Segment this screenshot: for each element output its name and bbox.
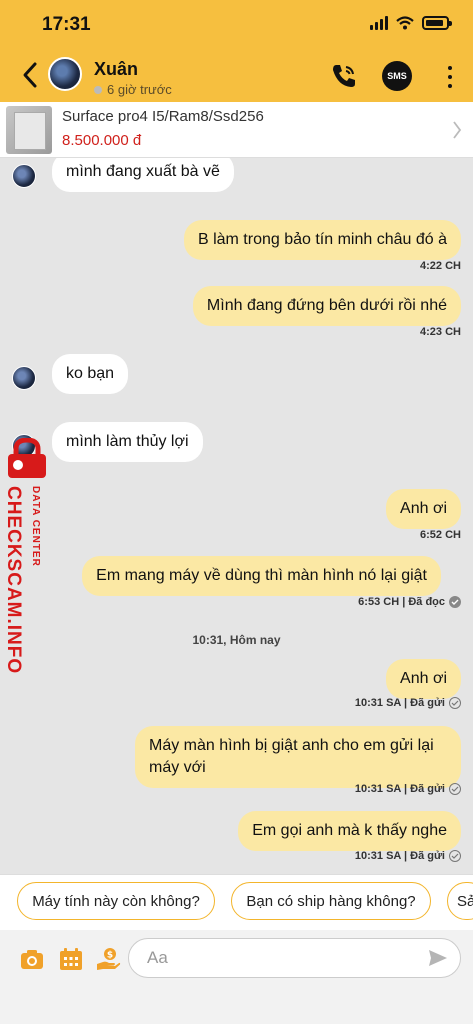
more-options-icon[interactable] — [446, 66, 454, 88]
message-input-placeholder: Aa — [147, 948, 168, 967]
watermark-main: CHECKSCAM.INFO — [3, 486, 24, 675]
contact-avatar[interactable] — [48, 57, 82, 91]
sent-check-icon — [449, 850, 461, 862]
sms-button[interactable]: SMS — [382, 61, 412, 91]
sender-avatar — [12, 366, 36, 390]
message-line: máy với — [149, 759, 206, 776]
day-divider: 10:31, Hôm nay — [192, 633, 281, 647]
sent-check-icon — [449, 697, 461, 709]
payment-hand-icon[interactable]: $ — [95, 946, 121, 972]
message-status: 10:31 SA | Đã gửi — [355, 697, 461, 709]
outgoing-message[interactable]: Máy màn hình bị giật anh cho em gửi lại … — [135, 726, 461, 788]
status-icons — [370, 16, 452, 30]
presence-status: 6 giờ trước — [94, 82, 172, 97]
product-price: 8.500.000 đ — [62, 132, 142, 149]
message-status: 10:31 SA | Đã gửi — [355, 850, 461, 862]
status-time: 17:31 — [42, 14, 91, 35]
outgoing-message[interactable]: Em mang máy về dùng thì màn hình nó lại … — [82, 556, 441, 596]
incoming-message[interactable]: mình làm thủy lợi — [52, 422, 203, 462]
back-arrow-icon[interactable] — [18, 60, 44, 90]
camera-icon[interactable] — [19, 946, 45, 972]
message-input[interactable] — [128, 938, 461, 978]
send-icon[interactable] — [428, 948, 448, 968]
svg-text:$: $ — [107, 951, 113, 961]
outgoing-message[interactable]: Anh ơi — [386, 659, 461, 699]
product-title[interactable]: Surface pro4 I5/Ram8/Ssd256 — [62, 108, 264, 125]
incoming-message[interactable]: mình đang xuất bà vẽ — [52, 158, 234, 192]
offline-dot-icon — [94, 85, 102, 94]
lock-icon — [8, 438, 46, 478]
message-time: 6:52 CH — [420, 529, 461, 541]
outgoing-message[interactable]: Em gọi anh mà k thấy nghe — [238, 811, 461, 851]
last-seen-text: 6 giờ trước — [107, 82, 172, 97]
product-thumbnail — [6, 106, 52, 154]
incoming-message[interactable]: ko bạn — [52, 354, 129, 394]
message-time: 10:31 SA | Đã gửi — [354, 783, 445, 795]
cellular-signal-icon — [370, 16, 388, 30]
wifi-icon — [396, 16, 414, 30]
quick-reply-chip[interactable]: Máy tính này còn không? — [17, 882, 215, 920]
sent-check-icon — [449, 783, 461, 795]
contact-name[interactable]: Xuân — [94, 59, 138, 80]
message-time: 4:23 CH — [420, 326, 461, 338]
outgoing-message[interactable]: B làm trong bảo tín minh châu đó à — [183, 220, 461, 260]
message-status: 10:31 SA | Đã gửi — [355, 783, 461, 795]
message-time: 10:31 SA | Đã gửi — [354, 850, 445, 862]
outgoing-message[interactable]: Mình đang đứng bên dưới rồi nhé — [192, 286, 461, 326]
outgoing-message[interactable]: Anh ơi — [386, 489, 461, 529]
chevron-right-icon[interactable] — [452, 120, 462, 140]
quick-reply-chip[interactable]: Bạn có ship hàng không? — [231, 882, 431, 920]
message-list[interactable]: mình đang xuất bà vẽ B làm trong bảo tín… — [0, 158, 473, 874]
message-time: 10:31 SA | Đã gửi — [354, 697, 445, 709]
message-time: 6:53 CH | Đã đọc — [358, 596, 445, 608]
message-status: 6:53 CH | Đã đọc — [358, 596, 461, 608]
calendar-icon[interactable] — [58, 946, 84, 972]
message-time: 4:22 CH — [420, 260, 461, 272]
sender-avatar — [12, 164, 36, 188]
phone-call-icon[interactable] — [330, 62, 358, 90]
read-check-icon — [449, 596, 461, 608]
checkscam-watermark: CHECKSCAM.INFO DATA CENTER — [2, 438, 50, 674]
watermark-sub: DATA CENTER — [30, 486, 41, 567]
message-line: Máy màn hình bị giật anh cho em gửi lại — [149, 737, 434, 754]
battery-icon — [422, 16, 452, 30]
